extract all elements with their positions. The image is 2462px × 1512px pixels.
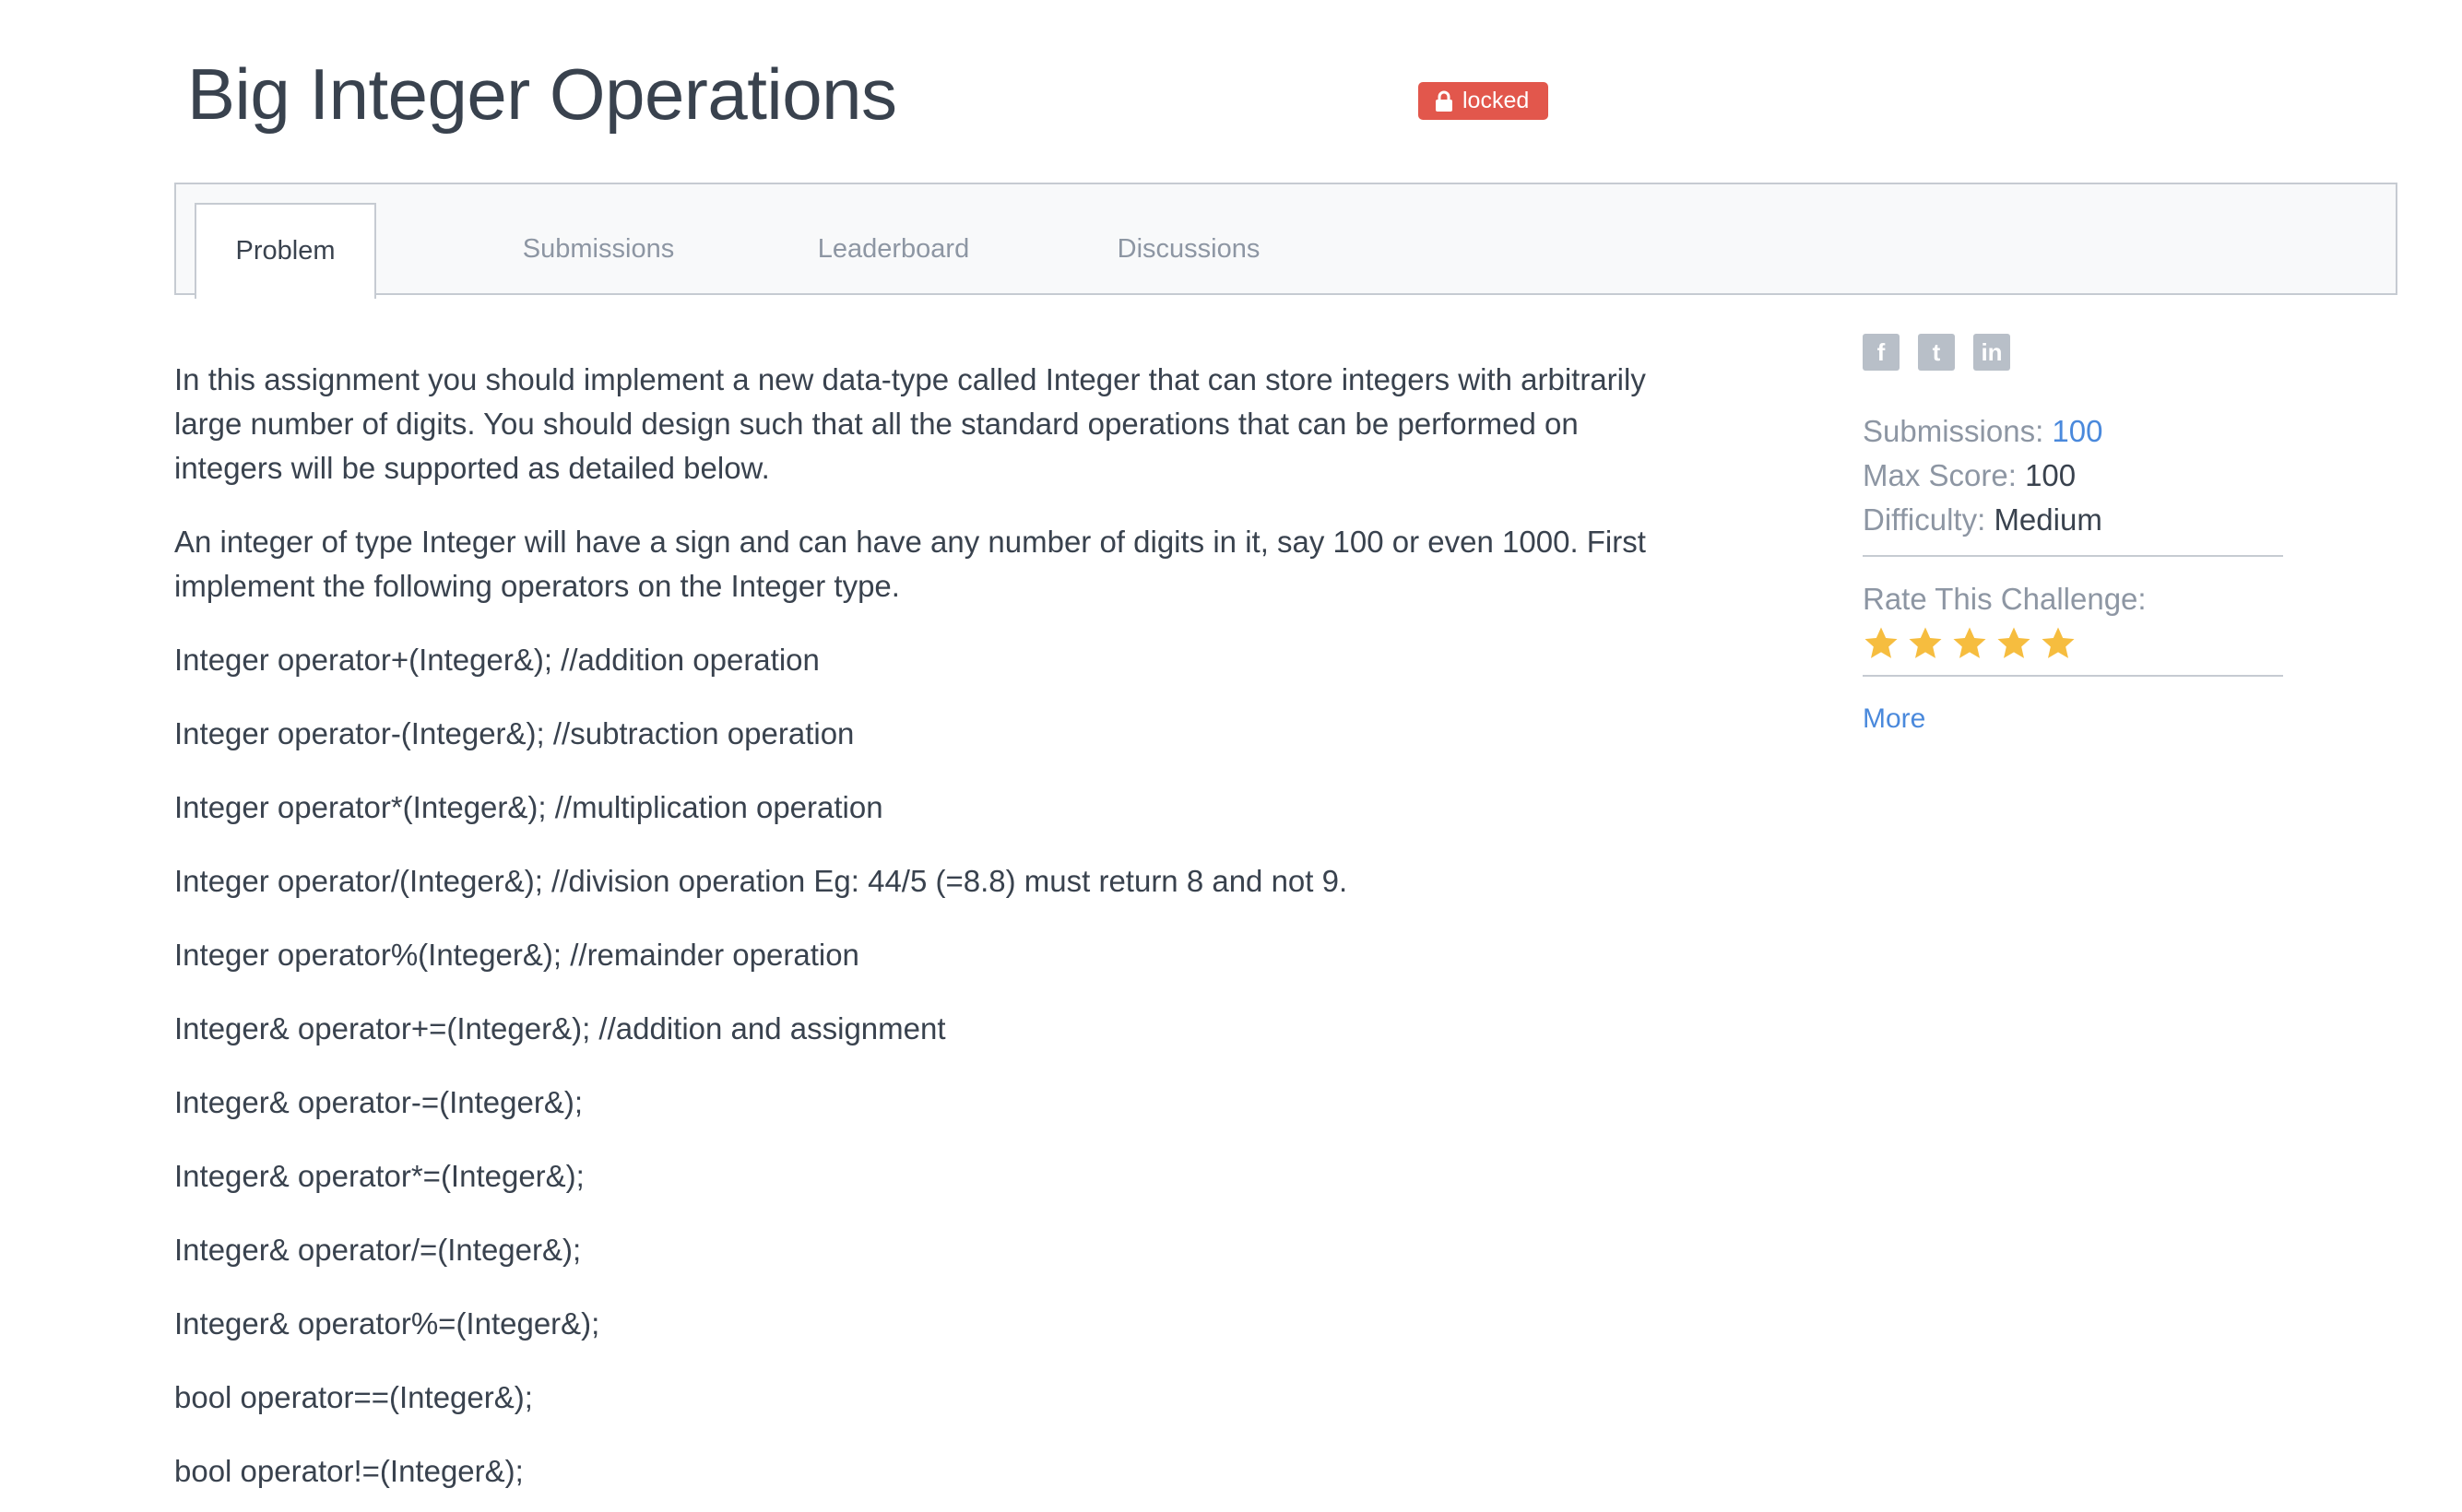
challenge-page: Big Integer Operations locked Problem Su… — [0, 0, 2462, 1512]
operator-line: Integer operator+(Integer&); //addition … — [174, 643, 820, 677]
rate-challenge-label: Rate This Challenge: — [1863, 582, 2147, 616]
tab-problem[interactable]: Problem — [195, 203, 376, 299]
operator-line: Integer operator/(Integer&); //division … — [174, 864, 1348, 898]
facebook-icon[interactable]: f — [1863, 334, 1900, 371]
tab-submissions[interactable]: Submissions — [451, 203, 746, 297]
difficulty-stat: Difficulty: Medium — [1863, 498, 2283, 542]
difficulty-value: Medium — [1994, 502, 2102, 537]
submissions-count-link[interactable]: 100 — [2052, 414, 2102, 448]
share-buttons: f t in — [1863, 334, 2283, 371]
challenge-sidebar: f t in Submissions: 100 Max Score: 100 D… — [1863, 334, 2283, 739]
twitter-icon[interactable]: t — [1918, 334, 1955, 371]
operator-line: Integer operator-(Integer&); //subtracti… — [174, 716, 855, 750]
operator-line: Integer& operator/=(Integer&); — [174, 1233, 582, 1267]
problem-paragraph: In this assignment you should implement … — [174, 362, 1646, 485]
tab-leaderboard[interactable]: Leaderboard — [746, 203, 1041, 297]
locked-badge: locked — [1418, 82, 1549, 120]
star-rating — [1863, 625, 2283, 662]
max-score-value: 100 — [2025, 458, 2077, 492]
tab-discussions[interactable]: Discussions — [1041, 203, 1336, 297]
max-score-stat: Max Score: 100 — [1863, 454, 2283, 498]
operator-line: Integer operator*(Integer&); //multiplic… — [174, 790, 883, 824]
problem-paragraph: An integer of type Integer will have a s… — [174, 525, 1646, 603]
star-icon[interactable] — [1907, 625, 1944, 662]
operator-line: Integer& operator+=(Integer&); //additio… — [174, 1011, 946, 1045]
page-title: Big Integer Operations — [187, 53, 897, 135]
operator-line: Integer operator%(Integer&); //remainder… — [174, 938, 859, 972]
more-link[interactable]: More — [1863, 699, 2283, 739]
star-icon[interactable] — [1863, 625, 1900, 662]
operator-line: Integer& operator*=(Integer&); — [174, 1159, 585, 1193]
operator-line: Integer& operator%=(Integer&); — [174, 1306, 600, 1341]
difficulty-label: Difficulty: — [1863, 502, 1986, 537]
sidebar-divider — [1863, 555, 2283, 557]
star-icon[interactable] — [1995, 625, 2032, 662]
lock-icon — [1435, 90, 1453, 112]
problem-statement: In this assignment you should implement … — [174, 358, 1687, 1512]
operator-line: Integer& operator-=(Integer&); — [174, 1085, 583, 1119]
sidebar-divider — [1863, 675, 2283, 677]
tab-bar: Problem Submissions Leaderboard Discussi… — [174, 183, 2397, 299]
operator-line: bool operator!=(Integer&); — [174, 1454, 524, 1488]
star-icon[interactable] — [2040, 625, 2077, 662]
max-score-label: Max Score: — [1863, 458, 2017, 492]
star-icon[interactable] — [1951, 625, 1988, 662]
linkedin-icon[interactable]: in — [1973, 334, 2010, 371]
submissions-label: Submissions: — [1863, 414, 2044, 448]
locked-badge-label: locked — [1462, 88, 1530, 113]
operator-line: bool operator==(Integer&); — [174, 1380, 533, 1414]
submissions-stat: Submissions: 100 — [1863, 409, 2283, 454]
